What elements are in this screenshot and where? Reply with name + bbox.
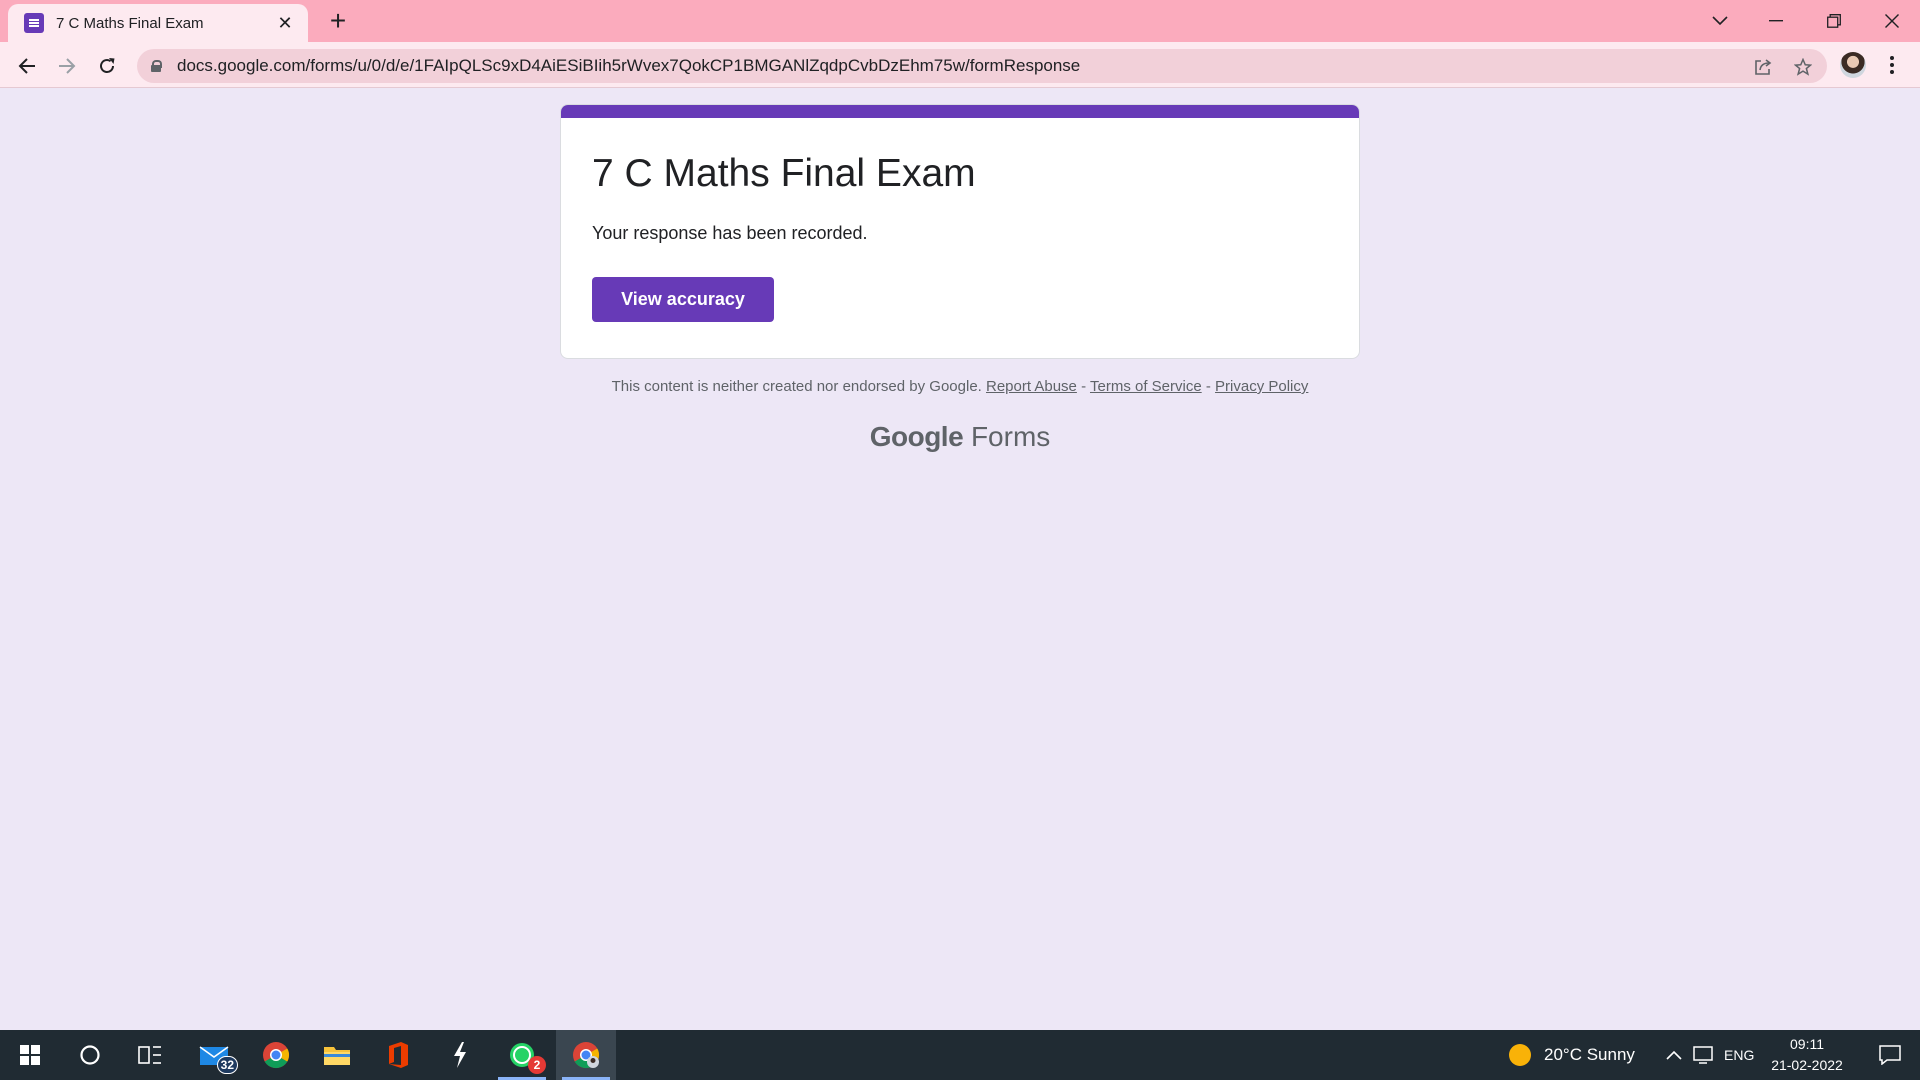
cortana-search-icon[interactable] [60, 1030, 120, 1080]
separator: - [1205, 378, 1211, 395]
windows-start-icon[interactable] [0, 1030, 60, 1080]
tab-close-icon[interactable]: ✕ [274, 13, 296, 34]
weather-text[interactable]: 20°C Sunny [1544, 1045, 1635, 1065]
separator: - [1081, 378, 1087, 395]
reload-icon[interactable] [90, 49, 124, 83]
language-indicator[interactable]: ENG [1724, 1047, 1754, 1063]
notification-center-icon[interactable] [1860, 1030, 1920, 1080]
office-icon[interactable] [368, 1030, 428, 1080]
browser-toolbar: docs.google.com/forms/u/0/d/e/1FAIpQLSc9… [0, 42, 1920, 88]
chrome-icon[interactable] [246, 1030, 306, 1080]
chrome-menu-icon[interactable] [1882, 54, 1902, 76]
url-text[interactable]: docs.google.com/forms/u/0/d/e/1FAIpQLSc9… [177, 56, 1080, 76]
google-forms-logo[interactable]: Google Forms [0, 421, 1920, 453]
tab-search-chevron-icon[interactable] [1692, 0, 1748, 42]
report-abuse-link[interactable]: Report Abuse [986, 378, 1077, 395]
confirmation-message: Your response has been recorded. [592, 223, 868, 243]
whatsapp-badge: 2 [528, 1056, 546, 1074]
file-explorer-icon[interactable] [307, 1030, 367, 1080]
restore-icon[interactable] [1806, 0, 1862, 42]
back-arrow-icon[interactable] [10, 49, 44, 83]
browser-titlebar: 7 C Maths Final Exam ✕ + [0, 0, 1920, 42]
windows-taskbar: 32 2 20°C Sunny ENG 09:11 21-02-2022 [0, 1030, 1920, 1080]
app-bolt-icon[interactable] [430, 1030, 490, 1080]
address-bar[interactable]: docs.google.com/forms/u/0/d/e/1FAIpQLSc9… [137, 49, 1827, 83]
forms-icon [24, 13, 44, 33]
whatsapp-icon[interactable]: 2 [492, 1030, 552, 1080]
share-icon[interactable] [1753, 57, 1773, 77]
mail-badge: 32 [216, 1056, 238, 1074]
show-hidden-icons-chevron-icon[interactable] [1660, 1030, 1688, 1080]
profile-avatar[interactable] [1840, 52, 1866, 78]
disclaimer-text: This content is neither created nor endo… [611, 378, 982, 395]
clock-time: 09:11 [1790, 1036, 1824, 1052]
close-window-icon[interactable] [1864, 0, 1920, 42]
brand-google: Google [869, 421, 964, 452]
view-accuracy-button[interactable]: View accuracy [592, 277, 774, 322]
minimize-icon[interactable] [1748, 0, 1804, 42]
lock-icon[interactable] [151, 60, 162, 72]
brand-forms: Forms [970, 421, 1051, 452]
network-icon[interactable] [1688, 1030, 1718, 1080]
privacy-link[interactable]: Privacy Policy [1215, 378, 1308, 395]
chrome-profile-taskbar-icon[interactable] [556, 1030, 616, 1080]
tab-title: 7 C Maths Final Exam [56, 14, 204, 32]
card-accent-bar [561, 105, 1359, 118]
form-confirmation-card: 7 C Maths Final Exam Your response has b… [560, 104, 1360, 359]
task-view-icon[interactable] [120, 1030, 180, 1080]
terms-link[interactable]: Terms of Service [1090, 378, 1202, 395]
clock-date: 21-02-2022 [1771, 1057, 1843, 1073]
system-clock[interactable]: 09:11 21-02-2022 [1762, 1034, 1852, 1076]
footer-disclaimer: This content is neither created nor endo… [0, 378, 1920, 395]
mail-icon[interactable]: 32 [184, 1030, 244, 1080]
star-icon[interactable] [1793, 57, 1813, 77]
browser-tab[interactable]: 7 C Maths Final Exam ✕ [8, 4, 308, 42]
weather-sun-icon[interactable] [1490, 1030, 1550, 1080]
new-tab-plus-icon[interactable]: + [322, 6, 354, 38]
form-title: 7 C Maths Final Exam [592, 152, 976, 195]
forward-arrow-icon[interactable] [50, 49, 84, 83]
